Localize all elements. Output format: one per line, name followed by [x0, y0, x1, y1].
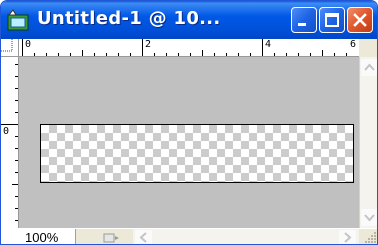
scroll-left-icon	[139, 232, 147, 243]
vertical-ruler[interactable]: 0	[1, 57, 19, 228]
scroll-right-icon	[344, 232, 352, 243]
maximize-icon	[325, 13, 339, 27]
ruler-origin-marker	[1, 39, 13, 52]
scroll-down-icon	[364, 214, 375, 222]
zoom-level[interactable]: 100%	[1, 229, 76, 244]
ruler-label-6: 6	[350, 39, 357, 50]
scroll-up-icon	[364, 63, 375, 71]
close-icon	[353, 13, 367, 27]
ruler-label-4: 4	[265, 39, 272, 50]
title-bar[interactable]: Untitled-1 @ 10...	[1, 1, 377, 39]
ruler-label-v0: 0	[3, 126, 10, 137]
ruler-label-0: 0	[25, 39, 32, 50]
horizontal-scrollbar[interactable]	[133, 229, 359, 244]
horizontal-ruler-ticks	[22, 39, 347, 56]
status-arrow-icon[interactable]	[101, 231, 121, 245]
maximize-button[interactable]	[319, 7, 345, 33]
resize-grip-icon[interactable]	[359, 229, 378, 245]
ruler-label-2: 2	[145, 39, 152, 50]
vertical-ruler-ticks	[1, 64, 18, 221]
scroll-up-button[interactable]	[361, 59, 377, 76]
canvas-area[interactable]	[19, 57, 359, 228]
window-title: Untitled-1 @ 10...	[37, 8, 221, 29]
status-bar: 100%	[1, 228, 378, 245]
document-window: Untitled-1 @ 10... 0 2 4 6 0 100%	[0, 0, 378, 245]
close-button[interactable]	[347, 7, 373, 33]
scroll-down-button[interactable]	[361, 209, 377, 226]
minimize-icon	[298, 23, 306, 26]
scroll-right-button[interactable]	[339, 230, 356, 244]
ruler-origin[interactable]	[1, 39, 19, 57]
horizontal-ruler[interactable]: 0 2 4 6	[19, 39, 359, 57]
vertical-scrollbar[interactable]	[359, 57, 377, 228]
document-canvas[interactable]	[40, 124, 354, 183]
minimize-button[interactable]	[291, 7, 317, 33]
scroll-left-button[interactable]	[135, 230, 152, 244]
photoshop-document-icon	[7, 9, 29, 31]
